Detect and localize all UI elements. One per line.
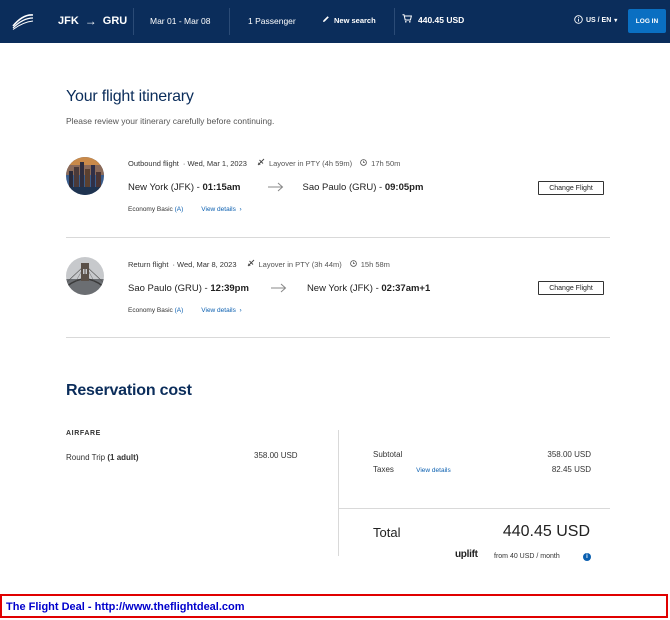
section-divider <box>66 337 610 338</box>
login-button[interactable]: LOG IN <box>628 9 666 33</box>
view-details-label: View details <box>201 307 236 314</box>
departure-city: New York (JFK) <box>128 181 194 193</box>
origin-code: JFK <box>58 15 79 27</box>
arrival-time: 09:05pm <box>384 181 424 193</box>
plane-icon <box>257 158 265 168</box>
page-title: Your flight itinerary <box>66 88 194 105</box>
flight-direction-label: Return flight <box>128 259 169 269</box>
change-outbound-flight-button[interactable]: Change Flight <box>538 181 604 195</box>
banner-text[interactable]: The Flight Deal - http://www.theflightde… <box>6 601 245 613</box>
taxes-label: Taxes <box>373 465 394 474</box>
pencil-icon <box>322 15 330 25</box>
page-subtitle: Please review your itinerary carefully b… <box>66 116 275 126</box>
fare-class: Economy Basic (A) <box>128 307 183 314</box>
cabin-label: Economy Basic <box>128 307 173 314</box>
cart-icon <box>402 14 413 25</box>
departure-city: Sao Paulo (GRU) <box>128 282 202 294</box>
fare-code: (A) <box>174 206 184 213</box>
view-details-label: View details <box>201 206 236 213</box>
return-route: Sao Paulo (GRU) - 12:39pm New York (JFK)… <box>128 280 430 296</box>
taxes-view-details-link[interactable]: View details <box>416 467 451 474</box>
clock-icon <box>360 158 367 168</box>
return-flight-card: Return flight · Wed, Mar 8, 2023 Layover… <box>66 256 610 326</box>
chevron-right-icon: › <box>237 307 242 314</box>
total-divider <box>338 508 610 509</box>
plane-icon <box>247 259 255 269</box>
layover-info: Layover in PTY (4h 59m) <box>268 158 353 168</box>
reservation-cost-title: Reservation cost <box>66 382 192 399</box>
arrow-right-icon: → <box>84 14 97 28</box>
new-york-skyline-image <box>66 157 104 195</box>
uplift-logo: uplift <box>455 549 478 560</box>
header-divider <box>394 8 395 35</box>
return-fare-info: Economy Basic (A) View details › <box>128 307 242 314</box>
total-amount: 440.45 USD <box>502 523 590 540</box>
return-flight-header: Return flight · Wed, Mar 8, 2023 Layover… <box>128 259 390 269</box>
arrow-right-icon <box>268 179 284 195</box>
chevron-right-icon: › <box>237 206 242 213</box>
travel-dates[interactable]: Mar 01 - Mar 08 <box>150 16 210 26</box>
layover-info: Layover in PTY (3h 44m) <box>258 259 342 269</box>
header-divider <box>133 8 134 35</box>
arrow-right-icon <box>270 280 287 296</box>
flight-duration: 15h 58m <box>360 259 390 269</box>
arrival-time: 02:37am+1 <box>381 282 431 294</box>
top-nav-bar: JFK → GRU Mar 01 - Mar 08 1 Passenger Ne… <box>0 0 670 43</box>
taxes-row: Taxes View details 82.45 USD <box>373 465 591 474</box>
outbound-route: New York (JFK) - 01:15am Sao Paulo (GRU)… <box>128 179 423 195</box>
trip-type: Round Trip (1 adult) <box>66 453 138 462</box>
passenger-count[interactable]: 1 Passenger <box>248 16 296 26</box>
uplift-monthly-text: from 40 USD / month <box>494 553 560 560</box>
departure-time: 12:39pm <box>210 282 249 294</box>
fare-class: Economy Basic (A) <box>128 206 183 213</box>
brooklyn-bridge-image <box>66 257 104 295</box>
locale-label: US / EN <box>586 17 612 24</box>
info-icon[interactable]: i <box>583 553 591 561</box>
airfare-heading: AIRFARE <box>66 430 101 437</box>
airline-logo-icon[interactable] <box>12 12 34 30</box>
airfare-amount: 358.00 USD <box>254 451 298 460</box>
promo-banner: The Flight Deal - http://www.theflightde… <box>0 594 668 618</box>
info-circle-icon <box>574 15 583 26</box>
new-search-label: New search <box>334 15 376 25</box>
cost-column-divider <box>338 430 339 556</box>
clock-icon <box>349 259 357 269</box>
traveler-count: (1 adult) <box>107 453 139 462</box>
subtotal-label: Subtotal <box>373 450 403 459</box>
cabin-label: Economy Basic <box>128 206 173 213</box>
section-divider <box>66 237 610 238</box>
outbound-flight-card: Outbound flight · Wed, Mar 1, 2023 Layov… <box>66 155 610 225</box>
subtotal-amount: 358.00 USD <box>547 450 591 459</box>
subtotal-row: Subtotal 358.00 USD <box>373 450 591 459</box>
taxes-amount: 82.45 USD <box>551 465 591 474</box>
chevron-down-icon: ▾ <box>614 18 618 24</box>
flight-date: · Wed, Mar 8, 2023 <box>172 259 237 269</box>
destination-code: GRU <box>102 15 128 27</box>
view-details-link[interactable]: View details › <box>201 307 241 314</box>
view-details-link[interactable]: View details › <box>201 206 241 213</box>
route-summary[interactable]: JFK → GRU <box>58 14 127 28</box>
fare-code: (A) <box>174 307 184 314</box>
change-return-flight-button[interactable]: Change Flight <box>538 281 604 295</box>
flight-duration: 17h 50m <box>371 158 401 168</box>
total-label: Total <box>373 525 401 540</box>
arrival-city: New York (JFK) <box>306 282 373 294</box>
header-divider <box>229 8 230 35</box>
outbound-fare-info: Economy Basic (A) View details › <box>128 206 242 213</box>
flight-date: · Wed, Mar 1, 2023 <box>182 158 247 168</box>
departure-time: 01:15am <box>202 181 241 193</box>
locale-selector[interactable]: US / EN ▾ <box>574 15 617 26</box>
flight-direction-label: Outbound flight <box>128 158 179 168</box>
cart-total: 440.45 USD <box>418 14 465 25</box>
trip-type-label: Round Trip <box>66 453 106 462</box>
new-search-button[interactable]: New search <box>322 15 376 25</box>
arrival-city: Sao Paulo (GRU) <box>302 181 377 193</box>
outbound-flight-header: Outbound flight · Wed, Mar 1, 2023 Layov… <box>128 158 400 168</box>
cart-summary[interactable]: 440.45 USD <box>402 14 464 25</box>
